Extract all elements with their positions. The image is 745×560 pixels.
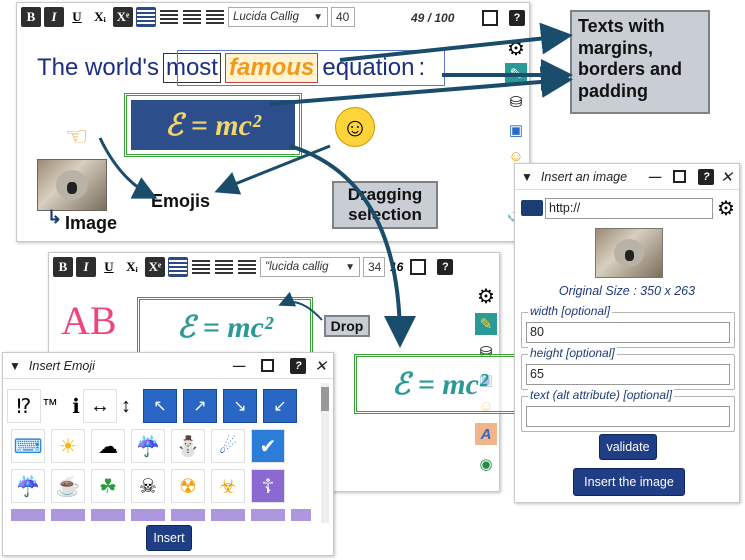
arrow-from-pointer [98, 137, 158, 199]
arrow-to-emoji [214, 144, 331, 195]
arrow-to-margins-1 [339, 22, 573, 62]
arrow-to-margins-3 [269, 65, 573, 106]
annotation-arrows [98, 22, 573, 348]
arrows-group [98, 22, 573, 348]
arrow-dragging [289, 144, 416, 348]
arrow-drop [278, 291, 323, 321]
